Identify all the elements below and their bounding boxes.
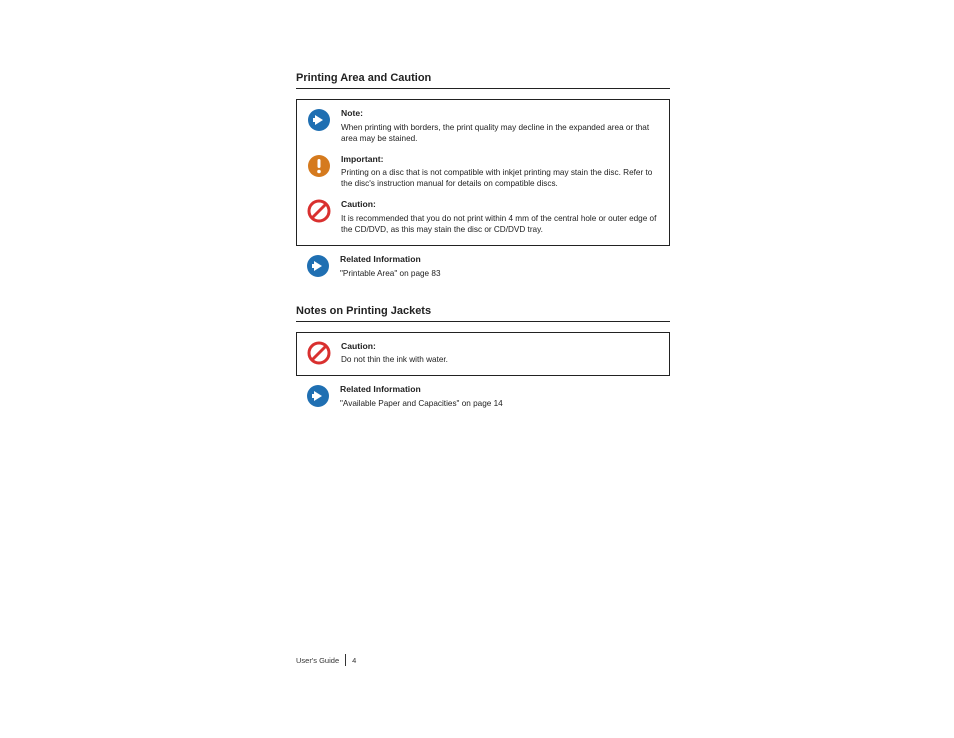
note-item: Note: When printing with borders, the pr… <box>307 108 659 144</box>
related-body-b: Related Information "Available Paper and… <box>340 384 670 409</box>
important-text: Printing on a disc that is not compatibl… <box>341 167 659 189</box>
callout-box-b: Caution: Do not thin the ink with water. <box>296 332 670 377</box>
section-b: Notes on Printing Jackets Caution: Do no… <box>296 305 670 409</box>
related-b: Related Information "Available Paper and… <box>306 384 670 409</box>
caution-text-b: Do not thin the ink with water. <box>341 354 659 365</box>
content-column: Printing Area and Caution Note: When pri… <box>296 72 670 435</box>
document-page: Printing Area and Caution Note: When pri… <box>0 0 954 738</box>
page-footer: User's Guide 4 <box>296 654 670 666</box>
related-items-a: "Printable Area" on page 83 <box>340 268 670 279</box>
callout-box-a: Note: When printing with borders, the pr… <box>296 99 670 246</box>
caution-body-b: Caution: Do not thin the ink with water. <box>341 341 659 366</box>
section-title-b: Notes on Printing Jackets <box>296 305 670 322</box>
important-body: Important: Printing on a disc that is no… <box>341 154 659 190</box>
footer-divider <box>345 654 346 666</box>
arrow-right-circle-icon <box>306 254 330 278</box>
footer-right: 4 <box>352 656 356 665</box>
section-title-a: Printing Area and Caution <box>296 72 670 89</box>
caution-item-a: Caution: It is recommended that you do n… <box>307 199 659 235</box>
arrow-right-circle-icon <box>307 108 331 132</box>
arrow-right-circle-icon <box>306 384 330 408</box>
related-items-b: "Available Paper and Capacities" on page… <box>340 398 670 409</box>
important-item: Important: Printing on a disc that is no… <box>307 154 659 190</box>
exclamation-circle-icon <box>307 154 331 178</box>
related-head-a: Related Information <box>340 254 670 266</box>
caution-text-a: It is recommended that you do not print … <box>341 213 659 235</box>
important-head: Important: <box>341 154 659 166</box>
note-head: Note: <box>341 108 659 120</box>
footer-line: User's Guide 4 <box>296 654 670 666</box>
note-text: When printing with borders, the print qu… <box>341 122 659 144</box>
prohibited-icon <box>307 341 331 365</box>
footer-left: User's Guide <box>296 656 339 665</box>
caution-head-a: Caution: <box>341 199 659 211</box>
caution-body-a: Caution: It is recommended that you do n… <box>341 199 659 235</box>
related-head-b: Related Information <box>340 384 670 396</box>
prohibited-icon <box>307 199 331 223</box>
caution-item-b: Caution: Do not thin the ink with water. <box>307 341 659 366</box>
related-a: Related Information "Printable Area" on … <box>306 254 670 279</box>
caution-head-b: Caution: <box>341 341 659 353</box>
note-body: Note: When printing with borders, the pr… <box>341 108 659 144</box>
related-body-a: Related Information "Printable Area" on … <box>340 254 670 279</box>
